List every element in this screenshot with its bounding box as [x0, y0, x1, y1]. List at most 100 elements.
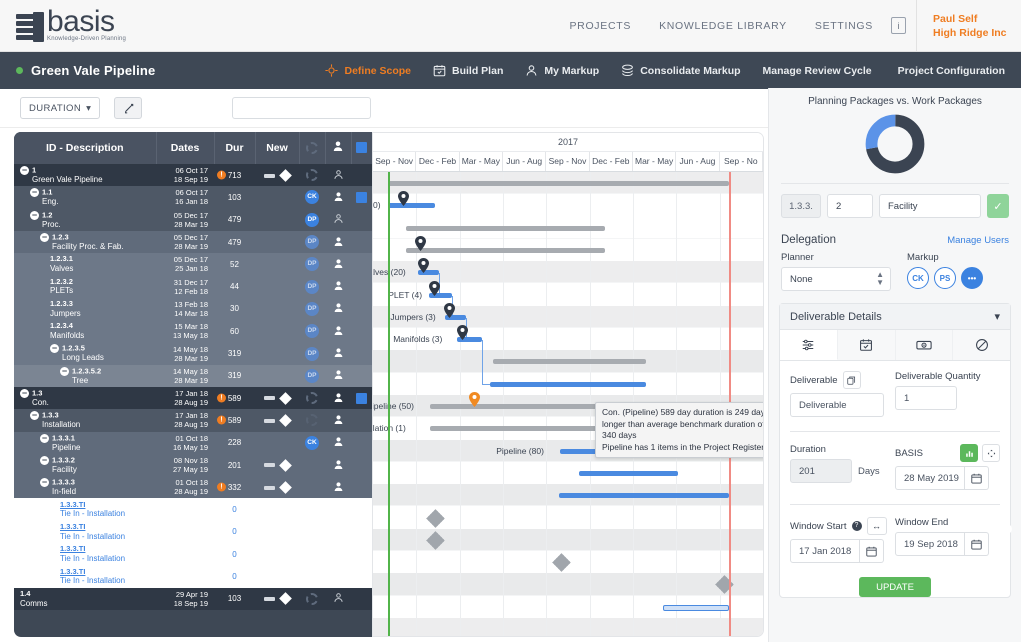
warning-icon[interactable]: ! — [217, 393, 226, 403]
table-row[interactable]: −1.1 Eng. 06 Oct 17 16 Jan 18 103 CK — [14, 186, 372, 209]
cell-new[interactable] — [255, 432, 299, 454]
cell-status[interactable] — [299, 565, 325, 587]
benchmark-chart-icon[interactable] — [960, 444, 978, 462]
cell-id-description[interactable]: 1.2.3.2 PLETs — [14, 275, 156, 297]
cell-id-description[interactable]: −1.3 Con. — [14, 387, 156, 409]
cell-id-description[interactable]: −1.2 Proc. — [14, 209, 156, 231]
cell-assignee[interactable] — [325, 209, 351, 231]
cell-dates[interactable]: 17 Jan 18 28 Aug 19! — [156, 387, 226, 409]
cell-grid-flag[interactable] — [351, 588, 372, 610]
diamond-icon[interactable] — [279, 592, 292, 606]
cell-dates[interactable]: 17 Jan 18 28 Aug 19! — [156, 409, 226, 431]
cell-status[interactable]: CK — [299, 186, 325, 208]
gantt-bar[interactable] — [406, 225, 605, 231]
duration-dropdown[interactable]: DURATION ▾ — [20, 97, 101, 119]
cell-new[interactable] — [255, 275, 299, 297]
table-row[interactable]: −1.3.3.1 Pipeline 01 Oct 18 16 May 19 228 CK — [14, 431, 372, 454]
cell-grid-flag[interactable] — [351, 432, 372, 454]
assignee-badge[interactable]: DP — [305, 301, 319, 316]
tab-sliders[interactable] — [780, 330, 838, 360]
cell-id-description[interactable]: 1.3.3.TI Tie In - Installation — [14, 521, 156, 543]
update-button[interactable]: UPDATE — [859, 577, 931, 597]
gantt-bar[interactable] — [579, 470, 678, 476]
cell-status[interactable]: DP — [299, 275, 325, 297]
table-row[interactable]: −1.2.3.5 Long Leads 14 May 18 28 Mar 19 319 D… — [14, 342, 372, 365]
cell-new[interactable] — [255, 298, 299, 320]
row-expander[interactable]: − — [40, 478, 49, 488]
gantt-milestone-pin-icon[interactable] — [418, 258, 429, 274]
markup-avatar-ps[interactable]: PS — [934, 267, 956, 289]
warning-icon[interactable]: ! — [217, 482, 226, 492]
dashed-circle-icon[interactable] — [306, 169, 318, 182]
cell-status[interactable] — [299, 409, 325, 431]
cell-duration[interactable]: 201 — [214, 454, 255, 476]
col-grid-icon[interactable] — [351, 132, 372, 165]
nav-settings[interactable]: SETTINGS — [801, 20, 887, 32]
gantt-bar[interactable] — [388, 203, 435, 209]
cell-status[interactable] — [299, 543, 325, 565]
gantt-milestone-diamond[interactable] — [426, 508, 445, 528]
cell-assignee[interactable] — [325, 543, 351, 565]
window-end-input[interactable]: 19 Sep 2018 — [895, 532, 965, 556]
cell-duration[interactable]: 103 — [214, 588, 255, 610]
cell-dates[interactable]: 13 Feb 18 14 Mar 18 — [156, 298, 214, 320]
cell-assignee[interactable] — [325, 521, 351, 543]
cell-id-description[interactable]: −1.2.3.5 Long Leads — [14, 342, 156, 364]
table-row[interactable]: 1.3.3.TI Tie In - Installation 01 Oct 18 0 — [14, 543, 372, 566]
cell-dates[interactable]: 01 Oct 18 28 Aug 19! — [156, 476, 226, 498]
cell-grid-flag[interactable] — [351, 409, 372, 431]
cell-grid-flag[interactable] — [351, 543, 372, 565]
project-configuration-button[interactable]: Project Configuration — [898, 65, 1005, 77]
cell-new[interactable] — [255, 342, 299, 364]
blue-square-icon[interactable] — [356, 191, 367, 203]
cell-status[interactable]: DP — [299, 231, 325, 253]
cell-assignee[interactable] — [325, 365, 351, 387]
tab-constraints[interactable] — [953, 330, 1010, 360]
diamond-icon[interactable] — [279, 391, 292, 405]
copy-icon[interactable] — [842, 371, 861, 389]
cell-status[interactable] — [299, 521, 325, 543]
window-link-button[interactable]: ↔ — [866, 517, 887, 535]
warning-icon[interactable]: ! — [217, 170, 226, 180]
cell-dates[interactable]: 15 Mar 18 13 May 18 — [156, 320, 214, 342]
table-row[interactable]: −1.3.3 Installation 17 Jan 18 28 Aug 19! 589 — [14, 409, 372, 432]
cell-duration[interactable]: 0 — [214, 521, 255, 543]
diamond-icon[interactable] — [279, 169, 292, 182]
col-new[interactable]: New — [255, 132, 300, 165]
cell-dates[interactable]: 31 Dec 17 12 Feb 18 — [156, 275, 214, 297]
deliverable-qty-input[interactable]: 1 — [895, 386, 957, 410]
row-expander[interactable]: − — [40, 455, 49, 465]
cell-new[interactable] — [255, 476, 299, 498]
cell-new[interactable] — [255, 454, 299, 476]
gantt-milestone-pin-icon[interactable] — [444, 302, 455, 318]
cell-duration[interactable]: 479 — [214, 231, 255, 253]
cell-assignee[interactable] — [325, 588, 351, 610]
cell-status[interactable]: DP — [299, 342, 325, 364]
nav-knowledge-library[interactable]: KNOWLEDGE LIBRARY — [645, 20, 801, 32]
cell-status[interactable] — [299, 387, 325, 409]
col-dates[interactable]: Dates — [156, 132, 215, 165]
diamond-icon[interactable] — [279, 481, 292, 494]
deliverable-details-header[interactable]: Deliverable Details ▾ — [780, 304, 1010, 330]
cell-id-description[interactable]: −1.3.3.1 Pipeline — [14, 432, 156, 454]
row-expander[interactable]: − — [30, 188, 39, 198]
col-dur[interactable]: Dur — [214, 132, 256, 165]
cell-new[interactable] — [255, 365, 299, 387]
table-row[interactable]: 1.2.3.4 Manifolds 15 Mar 18 13 May 18 60 DP — [14, 320, 372, 343]
cell-status[interactable] — [299, 476, 325, 498]
table-row[interactable]: −1.3.3.3 In-field 01 Oct 18 28 Aug 19! 332 — [14, 476, 372, 499]
table-row[interactable]: −1.2 Proc. 05 Dec 17 28 Mar 19 479 DP — [14, 208, 372, 231]
cell-id-description[interactable]: −1.2.3 Facility Proc. & Fab. — [14, 231, 156, 253]
gantt-bar[interactable] — [559, 493, 729, 499]
cell-assignee[interactable] — [325, 498, 351, 520]
table-row[interactable]: 1.3.3.TI Tie In - Installation 29 Aug 19 0 — [14, 565, 372, 588]
cell-assignee[interactable] — [325, 164, 351, 186]
cell-status[interactable]: DP — [299, 298, 325, 320]
window-start-calendar-button[interactable] — [860, 539, 884, 563]
search-input[interactable] — [232, 97, 372, 119]
gantt-bar[interactable] — [663, 604, 729, 611]
dashed-circle-icon[interactable] — [306, 592, 318, 605]
cell-new[interactable] — [255, 186, 299, 208]
cell-status[interactable] — [299, 164, 325, 186]
cell-grid-flag[interactable] — [351, 476, 372, 498]
